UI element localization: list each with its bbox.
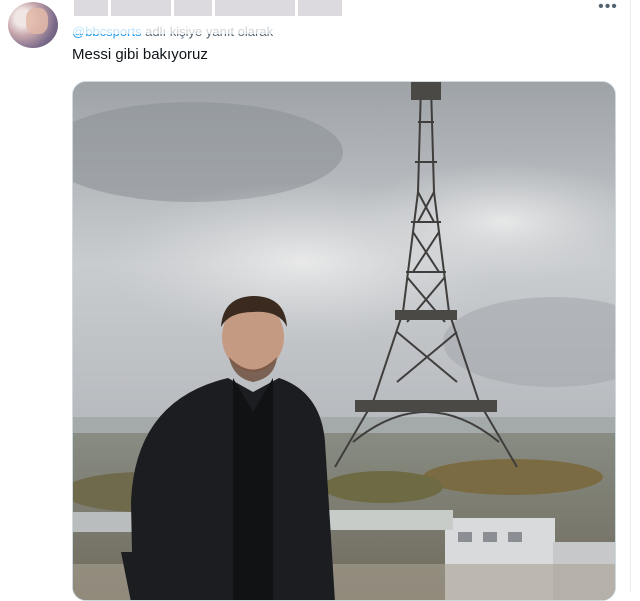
- blurred-username: [74, 0, 342, 16]
- column-border: [630, 0, 631, 592]
- photo-messi-eiffel-tower: [73, 82, 615, 600]
- user-avatar[interactable]: [8, 2, 58, 48]
- more-horizontal-icon[interactable]: •••: [597, 0, 619, 16]
- reply-blur-overlay: [72, 16, 334, 34]
- tweet-photo[interactable]: [72, 81, 616, 601]
- tweet-card[interactable]: @bbcsports adlı kişiye yanıt olarak ••• …: [0, 0, 640, 601]
- tweet-text: Messi gibi bakıyoruz: [72, 46, 208, 63]
